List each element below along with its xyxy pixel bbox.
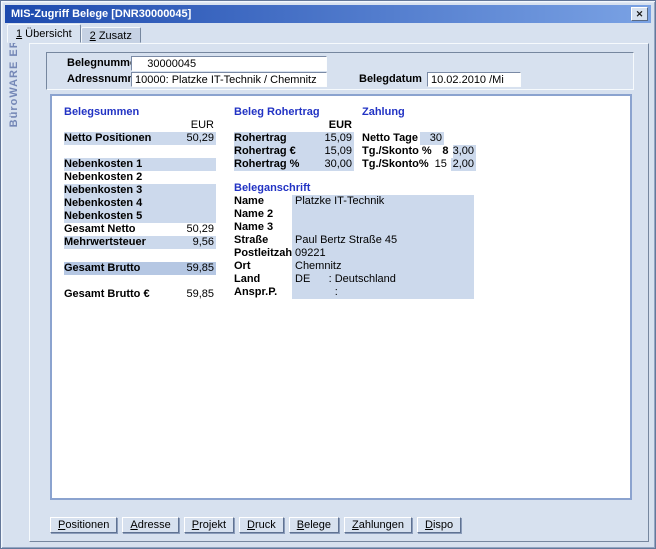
zahlung-row-skonto-2: Tg./Skonto% 15 2,00	[362, 158, 476, 171]
brand-logo: BüroWARE ERP	[8, 31, 20, 127]
zahlung-row-skonto-1: Tg./Skonto % 8 3,00	[362, 145, 476, 158]
beleganschrift-section: Beleganschrift Name Platzke IT-Technik N…	[234, 182, 474, 299]
rohertrag-prozent-row: Rohertrag % 30,00	[234, 158, 354, 171]
zahlung-title: Zahlung	[362, 106, 476, 119]
zahlungen-button[interactable]: Zahlungen	[344, 517, 412, 533]
summen-row-mehrwertsteuer: Mehrwertsteuer 9,56	[64, 236, 216, 249]
summen-row-nebenkosten-2: Nebenkosten 2	[64, 171, 216, 184]
adressnummer-field[interactable]: 10000: Platzke IT-Technik / Chemnitz	[131, 72, 327, 87]
summen-row-nebenkosten-4: Nebenkosten 4	[64, 197, 216, 210]
belegnummer-field[interactable]: 30000045	[131, 56, 327, 71]
titlebar: MIS-Zugriff Belege [DNR30000045] ✕	[5, 5, 651, 23]
zahlung-section: Zahlung Netto Tage 30 Tg./Skonto % 8 3,0…	[362, 106, 476, 171]
close-icon[interactable]: ✕	[631, 7, 648, 21]
summen-row-gesamt-netto: Gesamt Netto 50,29	[64, 223, 216, 236]
belegsummen-currency-row: EUR	[64, 119, 216, 132]
tabstrip: 1 Übersicht 2 Zusatz	[7, 25, 141, 43]
anschrift-row-ansprechpartner: Anspr.P. :	[234, 286, 474, 299]
summen-row-gesamt-brutto-eur: Gesamt Brutto € 59,85	[64, 288, 216, 301]
summen-row-netto-positionen: Netto Positionen 50,29	[64, 132, 216, 145]
anschrift-row-name2: Name 2	[234, 208, 474, 221]
rohertrag-section: Beleg Rohertrag EUR Rohertrag 15,09 Rohe…	[234, 106, 354, 171]
belegdatum-label: Belegdatum	[359, 73, 422, 85]
dispo-button[interactable]: Dispo	[417, 517, 461, 533]
druck-button[interactable]: Druck	[239, 517, 284, 533]
summen-row-nebenkosten-1: Nebenkosten 1	[64, 158, 216, 171]
beleganschrift-title: Beleganschrift	[234, 182, 474, 195]
belegsummen-currency: EUR	[170, 119, 216, 132]
belegnummer-label: Belegnummer	[67, 57, 140, 69]
tab-page-uebersicht: Belegnummer 30000045 Adressnummer 10000:…	[29, 43, 649, 542]
app-window: MIS-Zugriff Belege [DNR30000045] ✕ 1 Übe…	[0, 0, 656, 549]
positionen-button[interactable]: Positionen	[50, 517, 117, 533]
belege-button[interactable]: Belege	[289, 517, 339, 533]
rohertrag-eur-row: Rohertrag € 15,09	[234, 145, 354, 158]
rohertrag-title: Beleg Rohertrag	[234, 106, 354, 119]
zahlung-row-netto-tage: Netto Tage 30	[362, 132, 476, 145]
header-form: Belegnummer 30000045 Adressnummer 10000:…	[46, 52, 634, 90]
adresse-button[interactable]: Adresse	[122, 517, 178, 533]
summen-row-nebenkosten-5: Nebenkosten 5	[64, 210, 216, 223]
window-title: MIS-Zugriff Belege [DNR30000045]	[11, 8, 631, 20]
detail-panel: Belegsummen EUR Netto Positionen 50,29 N…	[50, 94, 632, 500]
summen-row-gesamt-brutto: Gesamt Brutto 59,85	[64, 262, 216, 275]
rohertrag-row: Rohertrag 15,09	[234, 132, 354, 145]
anschrift-row-name: Name Platzke IT-Technik	[234, 195, 474, 208]
belegdatum-field[interactable]: 10.02.2010 /Mi	[427, 72, 521, 87]
belegsummen-title: Belegsummen	[64, 106, 216, 119]
anschrift-row-strasse: Straße Paul Bertz Straße 45	[234, 234, 474, 247]
tab-uebersicht[interactable]: 1 Übersicht	[7, 24, 81, 43]
anschrift-row-name3: Name 3	[234, 221, 474, 234]
tab-zusatz[interactable]: 2 Zusatz	[81, 27, 141, 43]
projekt-button[interactable]: Projekt	[184, 517, 234, 533]
rohertrag-currency: EUR	[308, 119, 354, 132]
rohertrag-currency-row: EUR	[234, 119, 354, 132]
anschrift-row-land: Land DE : Deutschland	[234, 273, 474, 286]
summen-row-nebenkosten-3: Nebenkosten 3	[64, 184, 216, 197]
bottom-button-bar: Positionen Adresse Projekt Druck Belege …	[50, 517, 461, 533]
anschrift-row-postleitzahl: Postleitzahl 09221	[234, 247, 474, 260]
belegsummen-section: Belegsummen EUR Netto Positionen 50,29 N…	[64, 106, 216, 301]
anschrift-row-ort: Ort Chemnitz	[234, 260, 474, 273]
